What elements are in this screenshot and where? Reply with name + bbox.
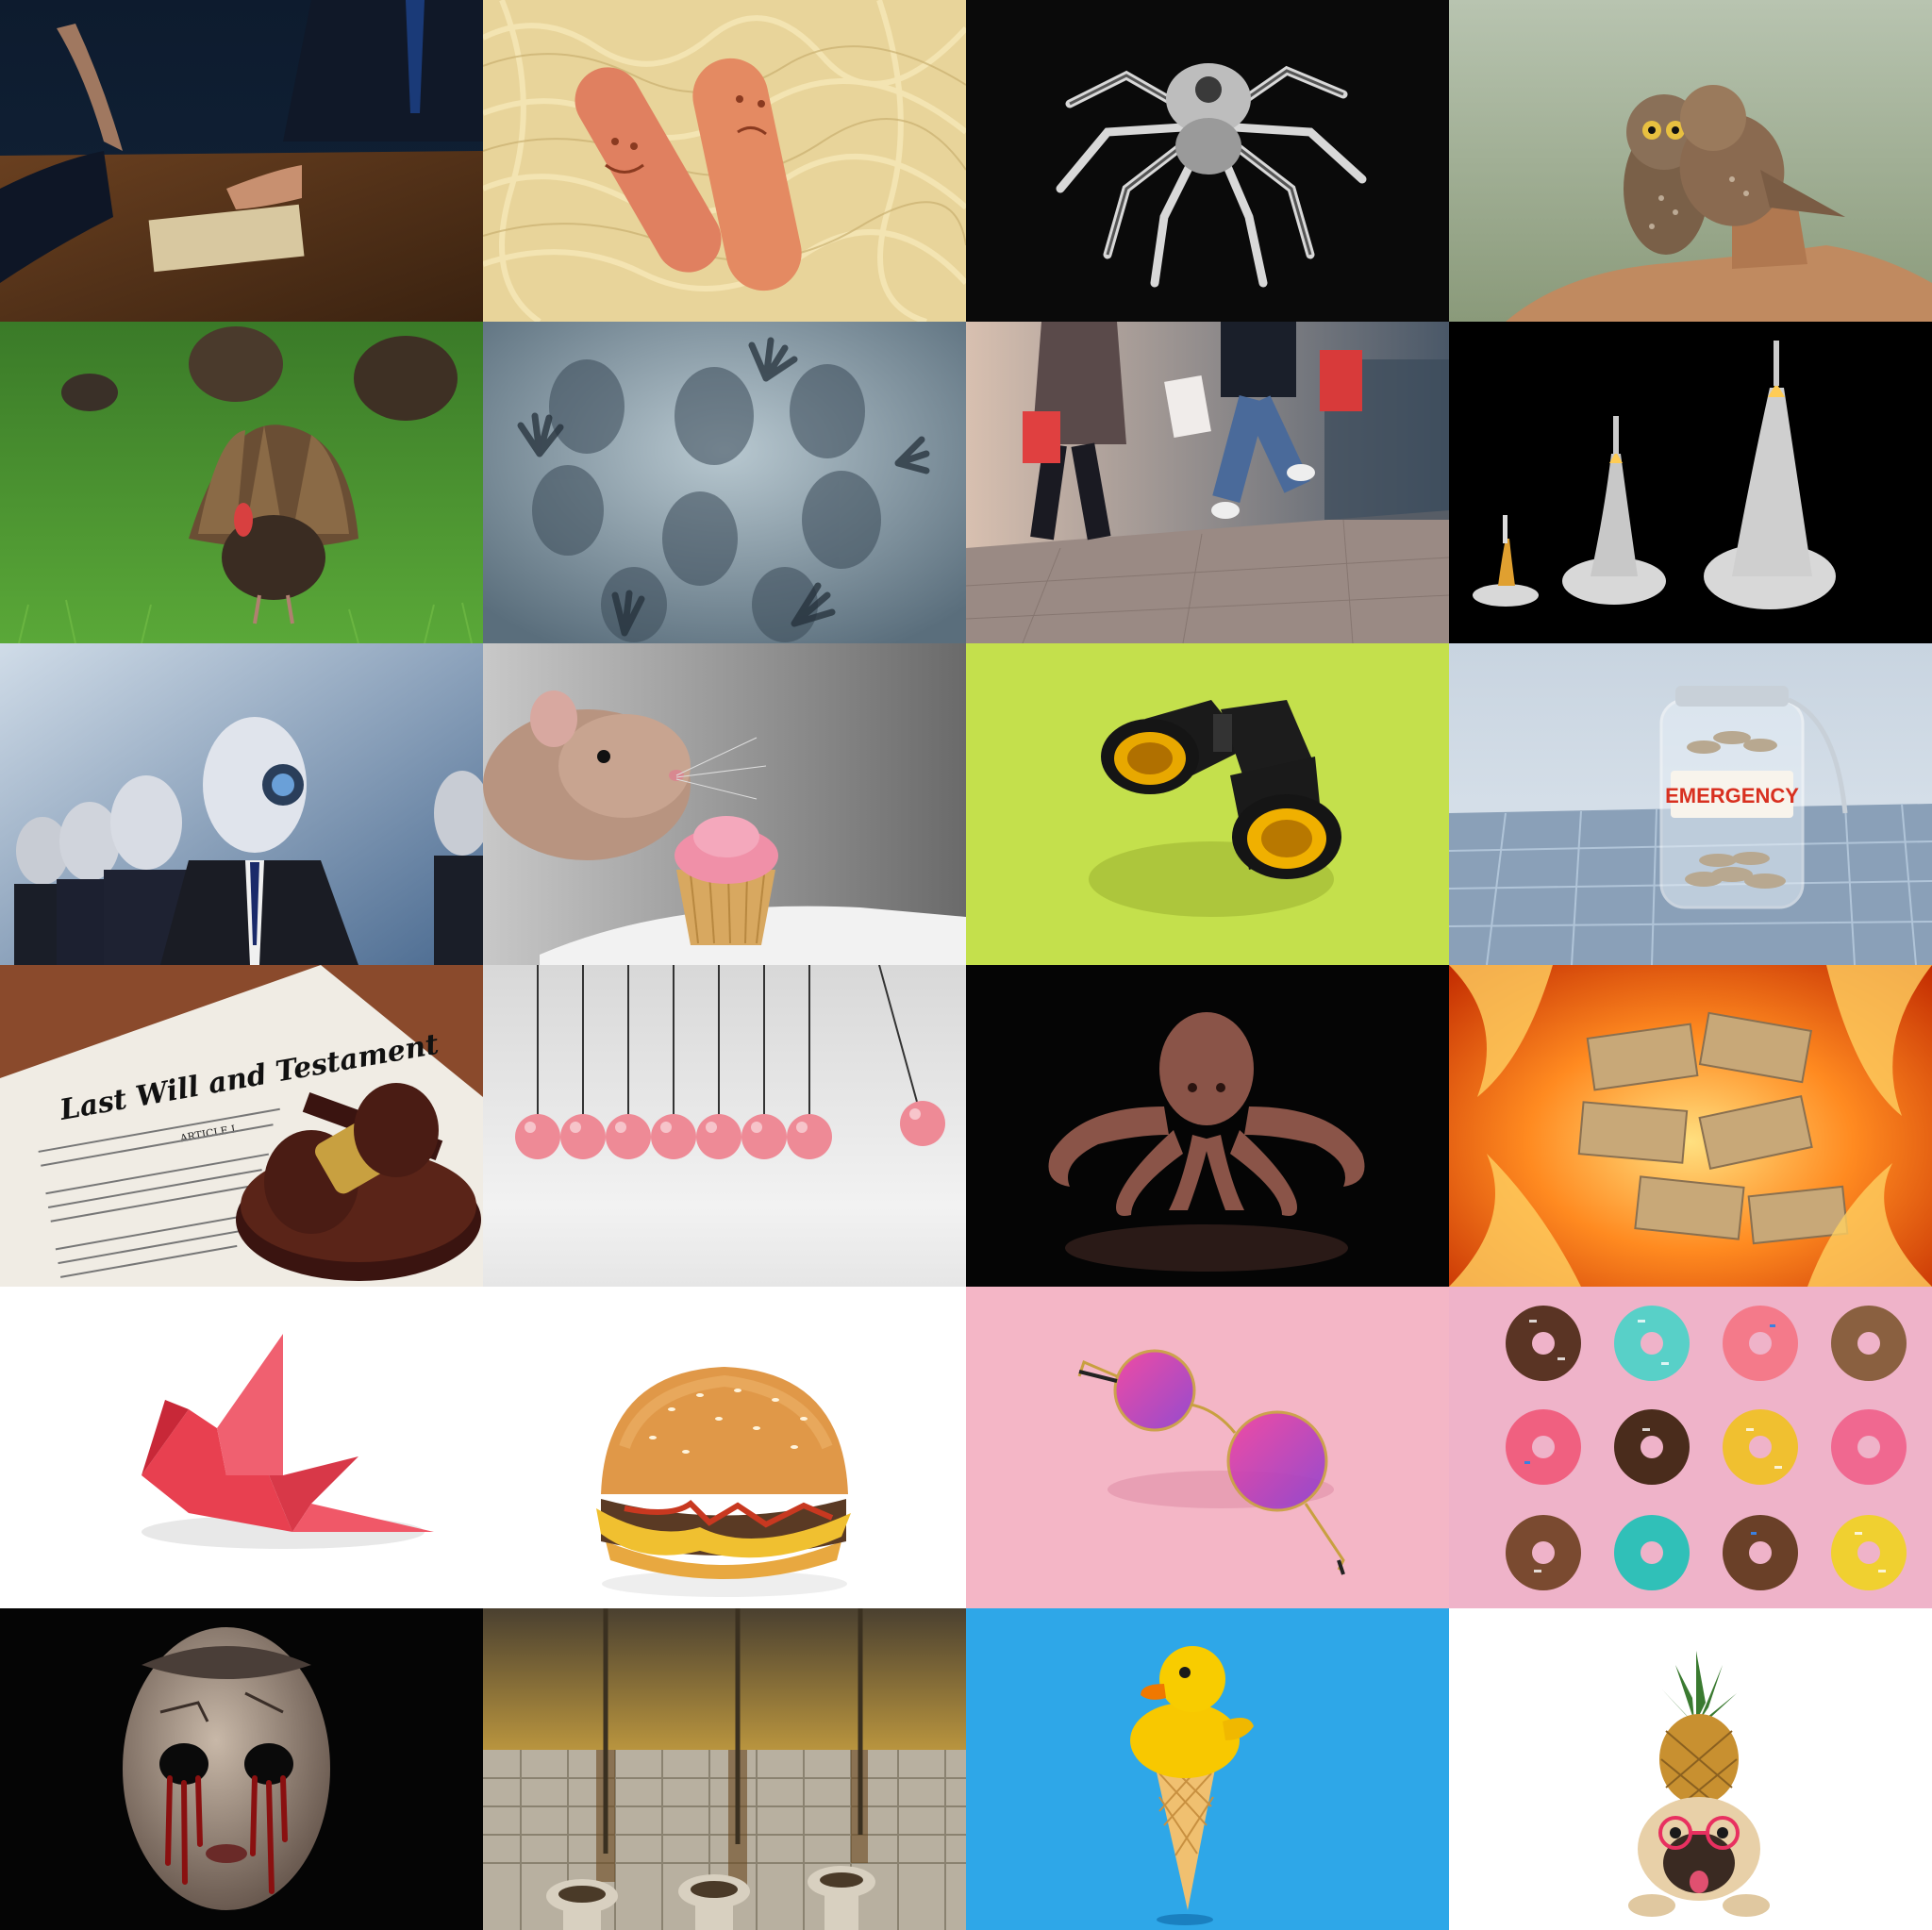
ghost-hands-image — [483, 322, 966, 643]
doll-head-image — [0, 1608, 483, 1930]
will-gavel-image: Last Will and Testament ARTICLE I — [0, 965, 483, 1287]
sausage-spaghetti-image — [483, 0, 966, 322]
rocket-launch-image — [1449, 322, 1932, 643]
tile-origami-crane — [0, 1287, 483, 1608]
robot-businessmen-image — [0, 643, 483, 965]
newton-cradle-image — [483, 965, 966, 1287]
tile-doll-head — [0, 1608, 483, 1930]
money-fire-image — [1449, 965, 1932, 1287]
tile-tarantula — [966, 0, 1449, 322]
tile-emergency-jar: EMERGENCY — [1449, 643, 1932, 965]
shopping-jump-image — [966, 322, 1449, 643]
tile-shopping-jump — [966, 322, 1449, 643]
tile-ghost-hands-glass — [483, 322, 966, 643]
tile-turkeys-grass — [0, 322, 483, 643]
bribe-envelope-image — [0, 0, 483, 322]
tile-hamburger — [483, 1287, 966, 1608]
tile-will-gavel: Last Will and Testament ARTICLE I — [0, 965, 483, 1287]
owls-kissing-image — [1449, 0, 1932, 322]
tile-octopus — [966, 965, 1449, 1287]
binoculars-image — [966, 643, 1449, 965]
tile-newton-cradle — [483, 965, 966, 1287]
turkeys-grass-image — [0, 322, 483, 643]
tile-money-fire — [1449, 965, 1932, 1287]
dirty-toilets-image — [483, 1608, 966, 1930]
duck-ice-cream-image — [966, 1608, 1449, 1930]
emergency-jar-image: EMERGENCY — [1449, 643, 1932, 965]
image-collage-grid: EMERGENCY Last Will and Testament ARTICL… — [0, 0, 1932, 1930]
tile-dirty-toilets — [483, 1608, 966, 1930]
tile-binoculars — [966, 643, 1449, 965]
tarantula-image — [966, 0, 1449, 322]
tile-rocket-launch — [1449, 322, 1932, 643]
tile-owls-kissing — [1449, 0, 1932, 322]
tile-pug-pineapple — [1449, 1608, 1932, 1930]
rat-cupcake-image — [483, 643, 966, 965]
hamburger-image — [483, 1287, 966, 1608]
tile-rat-cupcake — [483, 643, 966, 965]
donuts-image — [1449, 1287, 1932, 1608]
pug-pineapple-image — [1449, 1608, 1932, 1930]
pink-sunglasses-image — [966, 1287, 1449, 1608]
origami-crane-image — [0, 1287, 483, 1608]
tile-donuts — [1449, 1287, 1932, 1608]
octopus-image — [966, 965, 1449, 1287]
tile-sausage-spaghetti — [483, 0, 966, 322]
tile-pink-sunglasses — [966, 1287, 1449, 1608]
tile-bribe-envelope — [0, 0, 483, 322]
tile-duck-ice-cream — [966, 1608, 1449, 1930]
tile-robot-businessmen — [0, 643, 483, 965]
jar-label-text: EMERGENCY — [1665, 784, 1799, 807]
